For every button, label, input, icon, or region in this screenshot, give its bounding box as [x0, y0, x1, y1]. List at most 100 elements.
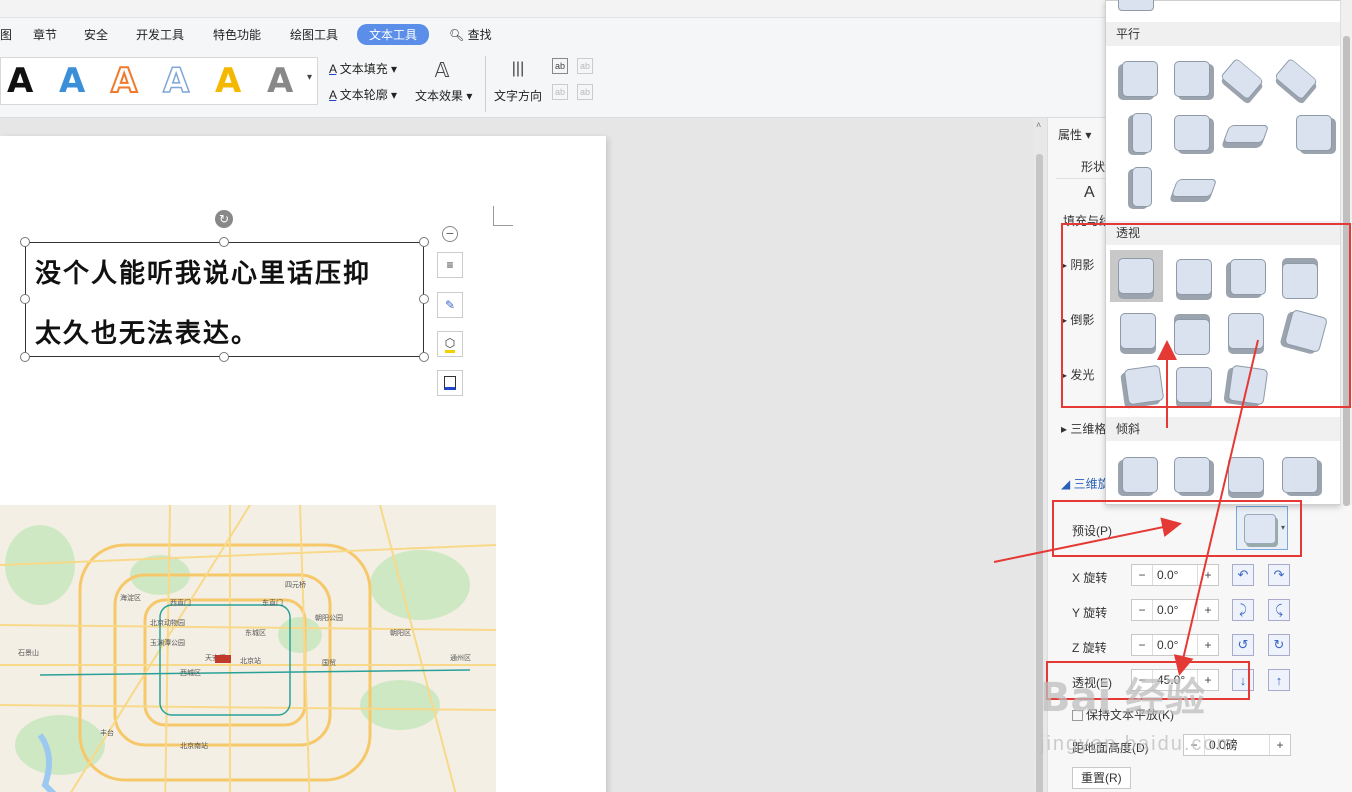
preset-persp-3[interactable] — [1230, 259, 1266, 295]
rotate-handle-icon[interactable]: ↻ — [215, 210, 233, 228]
text-direction-button[interactable]: 文字方向 — [494, 87, 542, 104]
preset-oblique-3[interactable] — [1228, 457, 1264, 493]
preset-oblique-4[interactable] — [1282, 457, 1318, 493]
perspective-widen-icon[interactable]: ↑ — [1268, 669, 1290, 691]
rotate-down-icon[interactable]: ⤹ — [1268, 599, 1290, 621]
pen-style-button[interactable]: ✎ — [437, 292, 463, 318]
resize-handle-top[interactable] — [219, 237, 229, 247]
resize-handle-top-left[interactable] — [20, 237, 30, 247]
x-rotation-plus[interactable]: + — [1198, 568, 1218, 582]
panel-scrollbar[interactable]: ˄ — [1033, 118, 1047, 792]
panel-scroll-thumb[interactable] — [1036, 154, 1043, 792]
resize-handle-bottom-left[interactable] — [20, 352, 30, 362]
perspective-value[interactable]: 45.0° — [1152, 670, 1198, 690]
y-rotation-minus[interactable]: − — [1132, 603, 1152, 617]
preset-parallel-4[interactable] — [1274, 57, 1318, 101]
distance-plus[interactable]: + — [1270, 738, 1290, 752]
distance-minus[interactable]: − — [1184, 738, 1204, 752]
preset-persp-8[interactable] — [1283, 308, 1329, 354]
search-button[interactable]: 🔍︎ 查找 — [449, 26, 492, 43]
preset-persp-2[interactable] — [1176, 259, 1212, 295]
text-style-black[interactable]: A — [7, 62, 33, 100]
preset-oblique-1[interactable] — [1122, 457, 1158, 493]
text-outline-button[interactable]: A 文本轮廓 ▾ — [329, 86, 397, 103]
gallery-more-icon[interactable]: ▾ — [307, 72, 312, 83]
perspective-input[interactable]: −45.0° + — [1131, 669, 1219, 691]
y-rotation-plus[interactable]: + — [1198, 603, 1218, 617]
text-style-gray[interactable]: A — [267, 62, 293, 100]
wrap-text-button[interactable]: ≡ — [437, 252, 463, 278]
text-fill-tab-icon[interactable]: A — [1084, 184, 1095, 202]
preset-persp-1[interactable] — [1118, 258, 1154, 294]
tab-fill-line[interactable]: 填充与线 — [1063, 212, 1111, 229]
preset-persp-11[interactable] — [1227, 364, 1269, 406]
text-link-icon[interactable]: ab — [577, 58, 593, 74]
text-style-gold[interactable]: A — [215, 62, 241, 100]
reset-button[interactable]: 重置(R) — [1072, 767, 1131, 789]
rotate-up-icon[interactable]: ⤸ — [1232, 599, 1254, 621]
section-glow[interactable]: ▸ 发光 — [1061, 366, 1094, 383]
section-3d-format[interactable]: ▸ 三维格 — [1061, 420, 1106, 437]
resize-handle-top-right[interactable] — [419, 237, 429, 247]
section-3d-rotation[interactable]: ◢ 三维旋 — [1061, 475, 1110, 492]
distance-value[interactable]: 0.0磅 — [1204, 735, 1270, 755]
text-box[interactable]: 没个人能听我说心里话压抑 太久也无法表达。 — [25, 242, 424, 357]
preset-parallel-3[interactable] — [1220, 57, 1264, 101]
preset-dropdown[interactable]: ▾ — [1236, 506, 1288, 550]
section-reflection[interactable]: ▸ 倒影 — [1061, 311, 1094, 328]
y-rotation-value[interactable]: 0.0° — [1152, 600, 1198, 620]
outline-button[interactable] — [437, 370, 463, 396]
preset-parallel-10[interactable] — [1170, 179, 1218, 197]
text-unlink-icon[interactable]: ab — [552, 84, 568, 100]
x-rotation-value[interactable]: 0.0° — [1152, 565, 1198, 585]
preset-persp-10[interactable] — [1176, 367, 1212, 403]
perspective-narrow-icon[interactable]: ↓ — [1232, 669, 1254, 691]
text-align-icon[interactable]: ab — [552, 58, 568, 74]
preset-oblique-2[interactable] — [1174, 457, 1210, 493]
rotate-cw-icon[interactable]: ↻ — [1268, 634, 1290, 656]
tab-text-tools[interactable]: 文本工具 — [357, 24, 430, 45]
section-shadow[interactable]: ▸ 阴影 — [1061, 256, 1094, 273]
tab-shape[interactable]: 形状 — [1081, 158, 1105, 175]
tab-security[interactable]: 安全 — [84, 26, 108, 43]
tab-features[interactable]: 特色功能 — [213, 26, 261, 43]
text-style-blue[interactable]: A — [59, 62, 85, 100]
text-box-icon[interactable]: ab — [577, 84, 593, 100]
rotate-right-icon[interactable]: ↷ — [1268, 564, 1290, 586]
rotate-left-icon[interactable]: ↶ — [1232, 564, 1254, 586]
preset-persp-5[interactable] — [1120, 313, 1156, 349]
rotate-ccw-icon[interactable]: ↺ — [1232, 634, 1254, 656]
resize-handle-bottom[interactable] — [219, 352, 229, 362]
preset-persp-1-selected[interactable] — [1110, 250, 1163, 302]
collapse-icon[interactable]: − — [442, 226, 458, 242]
gallery-scroll-thumb[interactable] — [1343, 36, 1350, 506]
preset-parallel-9[interactable] — [1132, 167, 1152, 207]
tab-view[interactable]: 图 — [0, 26, 12, 43]
gallery-scrollbar[interactable] — [1340, 0, 1352, 506]
y-rotation-input[interactable]: −0.0° + — [1131, 599, 1219, 621]
fill-color-button[interactable]: ⬡ — [437, 331, 463, 357]
x-rotation-input[interactable]: −0.0° + — [1131, 564, 1219, 586]
z-rotation-plus[interactable]: + — [1198, 638, 1218, 652]
text-style-blue-outline[interactable]: A — [162, 61, 190, 101]
panel-title[interactable]: 属性 ▾ — [1058, 126, 1091, 143]
z-rotation-value[interactable]: 0.0° — [1152, 635, 1198, 655]
preset-parallel-8[interactable] — [1296, 115, 1332, 151]
tab-drawing-tools[interactable]: 绘图工具 — [290, 26, 338, 43]
preset-parallel-1[interactable] — [1122, 61, 1158, 97]
z-rotation-minus[interactable]: − — [1132, 638, 1152, 652]
tab-chapter[interactable]: 章节 — [33, 26, 57, 43]
scroll-top-icon[interactable]: ˄ — [1036, 120, 1041, 130]
text-effect-button[interactable]: 文本效果 ▾ — [415, 87, 472, 104]
preset-parallel-2[interactable] — [1174, 61, 1210, 97]
z-rotation-input[interactable]: −0.0° + — [1131, 634, 1219, 656]
preset-persp-9[interactable] — [1123, 364, 1165, 406]
text-fill-button[interactable]: A 文本填充 ▾ — [329, 60, 397, 77]
perspective-plus[interactable]: + — [1198, 673, 1218, 687]
distance-input[interactable]: −0.0磅 + — [1183, 734, 1291, 756]
resize-handle-bottom-right[interactable] — [419, 352, 429, 362]
preset-persp-6[interactable] — [1174, 319, 1210, 355]
keep-text-flat-checkbox[interactable]: 保持文本平放(K) — [1072, 706, 1174, 723]
preset-parallel-5[interactable] — [1132, 113, 1152, 153]
preset-parallel-6[interactable] — [1174, 115, 1210, 151]
